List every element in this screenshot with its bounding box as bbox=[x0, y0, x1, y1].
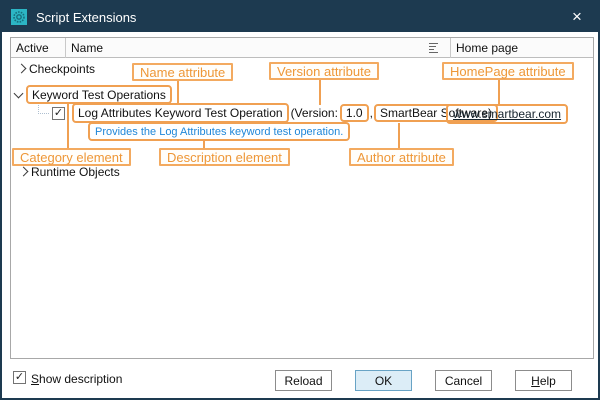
version-prefix-text: (Version: bbox=[289, 106, 340, 120]
column-header-homepage[interactable]: Home page bbox=[451, 38, 593, 58]
homepage-highlight-box: www.smartbear.com bbox=[446, 104, 568, 124]
extension-active-checkbox[interactable]: ✓ bbox=[52, 107, 65, 120]
homepage-link[interactable]: www.smartbear.com bbox=[453, 107, 561, 121]
annotation-category-element: Category element bbox=[12, 148, 131, 166]
cancel-button[interactable]: Cancel bbox=[435, 370, 492, 391]
tree-item-runtime-objects[interactable]: Runtime Objects bbox=[31, 165, 120, 179]
version-highlight-box: 1.0 bbox=[340, 104, 369, 122]
name-highlight-box: Log Attributes Keyword Test Operation bbox=[72, 103, 289, 123]
close-icon[interactable]: × bbox=[556, 2, 598, 32]
show-description-label[interactable]: Show description bbox=[31, 372, 122, 386]
window-title: Script Extensions bbox=[36, 10, 136, 25]
table-header: Active Name Home page bbox=[11, 38, 593, 58]
name-attribute-connector bbox=[177, 80, 179, 105]
script-extensions-dialog: Script Extensions × Active Name Home pag… bbox=[0, 0, 600, 400]
tree-item-checkpoints[interactable]: Checkpoints bbox=[29, 62, 95, 76]
ok-button[interactable]: OK bbox=[355, 370, 412, 391]
extension-name-row[interactable]: Log Attributes Keyword Test Operation (V… bbox=[72, 103, 498, 123]
annotation-homepage-attribute: HomePage attribute bbox=[442, 62, 574, 80]
annotation-description-element: Description element bbox=[159, 148, 290, 166]
annotation-author-attribute: Author attribute bbox=[349, 148, 454, 166]
show-description-checkbox[interactable]: ✓ bbox=[13, 371, 26, 384]
author-attribute-connector bbox=[398, 123, 400, 148]
title-bar: Script Extensions × bbox=[2, 2, 598, 32]
description-highlight-box: Provides the Log Attributes keyword test… bbox=[88, 122, 350, 141]
sort-ascending-icon bbox=[429, 43, 438, 53]
annotation-version-attribute: Version attribute bbox=[269, 62, 379, 80]
reload-button[interactable]: Reload bbox=[275, 370, 332, 391]
category-element-connector bbox=[67, 104, 69, 148]
column-header-active[interactable]: Active bbox=[11, 38, 65, 58]
help-button[interactable]: Help bbox=[515, 370, 572, 391]
app-gear-icon bbox=[11, 9, 27, 25]
category-highlight-box: Keyword Test Operations bbox=[26, 85, 172, 104]
tree-branch-lines bbox=[38, 105, 49, 114]
version-attribute-connector bbox=[319, 79, 321, 105]
column-header-name[interactable]: Name bbox=[66, 38, 450, 58]
tree-item-keyword-test-operations[interactable]: Keyword Test Operations bbox=[32, 88, 166, 102]
homepage-attribute-connector bbox=[498, 79, 500, 106]
annotation-name-attribute: Name attribute bbox=[132, 63, 233, 81]
